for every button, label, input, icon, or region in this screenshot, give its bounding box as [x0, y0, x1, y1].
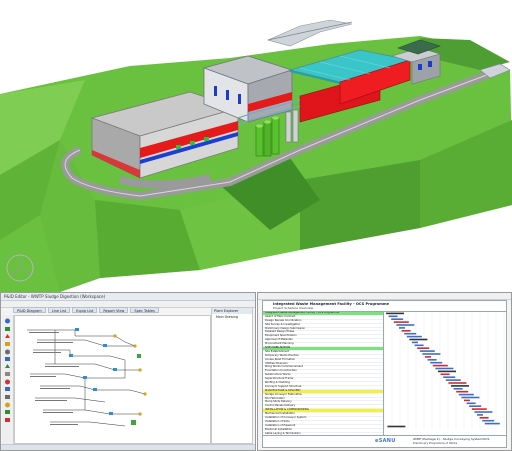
gantt-bar[interactable] — [469, 405, 482, 407]
gantt-bar[interactable] — [474, 411, 493, 413]
gantt-bar[interactable] — [430, 361, 443, 364]
gantt-bar[interactable] — [432, 364, 448, 367]
status-bar — [1, 444, 255, 450]
gantt-bar[interactable] — [440, 373, 450, 376]
gantt-bar[interactable] — [477, 414, 483, 416]
pid-window-title: P&ID Editor - WWTP Sludge Digestion (Wor… — [1, 293, 255, 301]
gantt-bar[interactable] — [391, 318, 404, 320]
gantt-bar[interactable] — [412, 341, 418, 344]
gantt-bar[interactable] — [427, 359, 437, 361]
gantt-bar[interactable] — [399, 327, 405, 329]
gantt-bar[interactable] — [406, 335, 422, 338]
palette-icons[interactable] — [5, 318, 10, 423]
gantt-bar[interactable] — [401, 330, 411, 332]
gantt-bar[interactable] — [482, 419, 495, 422]
gantt-bar[interactable] — [466, 402, 476, 405]
tab-line-list[interactable]: Line List — [47, 307, 71, 313]
gantt-bar[interactable] — [456, 390, 469, 393]
gantt-bar[interactable] — [451, 385, 469, 387]
plant-explorer-panel[interactable]: Plant Explorer Main Drawing — [211, 307, 253, 444]
gantt-bar[interactable] — [404, 332, 417, 335]
company-logo: eSANU — [375, 438, 396, 444]
gantt-bar[interactable] — [388, 315, 398, 318]
gantt-bar[interactable] — [458, 393, 474, 396]
gantt-bar[interactable] — [386, 312, 404, 315]
plant-explorer-item[interactable]: Main Drawing — [212, 314, 252, 320]
gantt-bar[interactable] — [419, 350, 435, 352]
gantt-bar[interactable] — [414, 344, 424, 347]
gantt-bar[interactable] — [417, 347, 430, 349]
gantt-bar[interactable] — [445, 379, 461, 381]
gantt-bar[interactable] — [479, 417, 489, 419]
gantt-bar[interactable] — [422, 353, 441, 355]
gantt-timeline[interactable] — [383, 311, 507, 436]
gantt-toolbar[interactable] — [258, 293, 511, 300]
tab-spec-tables[interactable]: Spec Tables — [130, 307, 159, 313]
gantt-bar[interactable] — [443, 376, 456, 378]
gantt-bar[interactable] — [453, 388, 463, 390]
gantt-footer: eSANU IWMF (Package 2) - Sludge Conveyin… — [262, 435, 507, 448]
gantt-bar[interactable] — [448, 382, 467, 384]
tab-pid-diagram[interactable]: P&ID Diagram — [13, 307, 46, 313]
programme-gantt-window[interactable]: Integrated Waste Management Facility - O… — [257, 292, 512, 451]
gantt-bar[interactable] — [393, 321, 409, 323]
pid-drawing-canvas[interactable] — [14, 315, 211, 444]
gantt-bar[interactable] — [464, 399, 470, 402]
gantt-task-list[interactable]: Integrated Waste Management Facility - O… — [262, 311, 384, 436]
symbol-palette[interactable] — [2, 315, 14, 448]
pid-editor-window[interactable]: P&ID Editor - WWTP Sludge Digestion (Wor… — [0, 292, 256, 451]
tab-equip-list[interactable]: Equip List — [72, 307, 98, 313]
pid-schematic[interactable] — [15, 316, 210, 442]
gantt-bar[interactable] — [409, 338, 428, 341]
gantt-bar[interactable] — [425, 356, 431, 358]
gantt-subtitle: Project Schedule Overview — [273, 306, 314, 310]
gantt-bar[interactable] — [471, 408, 487, 410]
gantt-bar[interactable] — [387, 425, 406, 428]
tab-report-view[interactable]: Report View — [99, 307, 129, 313]
gantt-bar[interactable] — [484, 422, 500, 425]
gantt-bar[interactable] — [438, 370, 456, 373]
gantt-bar[interactable] — [461, 396, 480, 399]
gantt-bar[interactable] — [396, 324, 415, 326]
gantt-bar[interactable] — [435, 367, 454, 370]
plant-3d-model-view[interactable] — [0, 0, 512, 292]
pid-tab-bar[interactable]: P&ID Diagram Line List Equip List Report… — [13, 307, 159, 313]
footer-subtitle: Preliminary Programme of Works — [413, 441, 458, 445]
